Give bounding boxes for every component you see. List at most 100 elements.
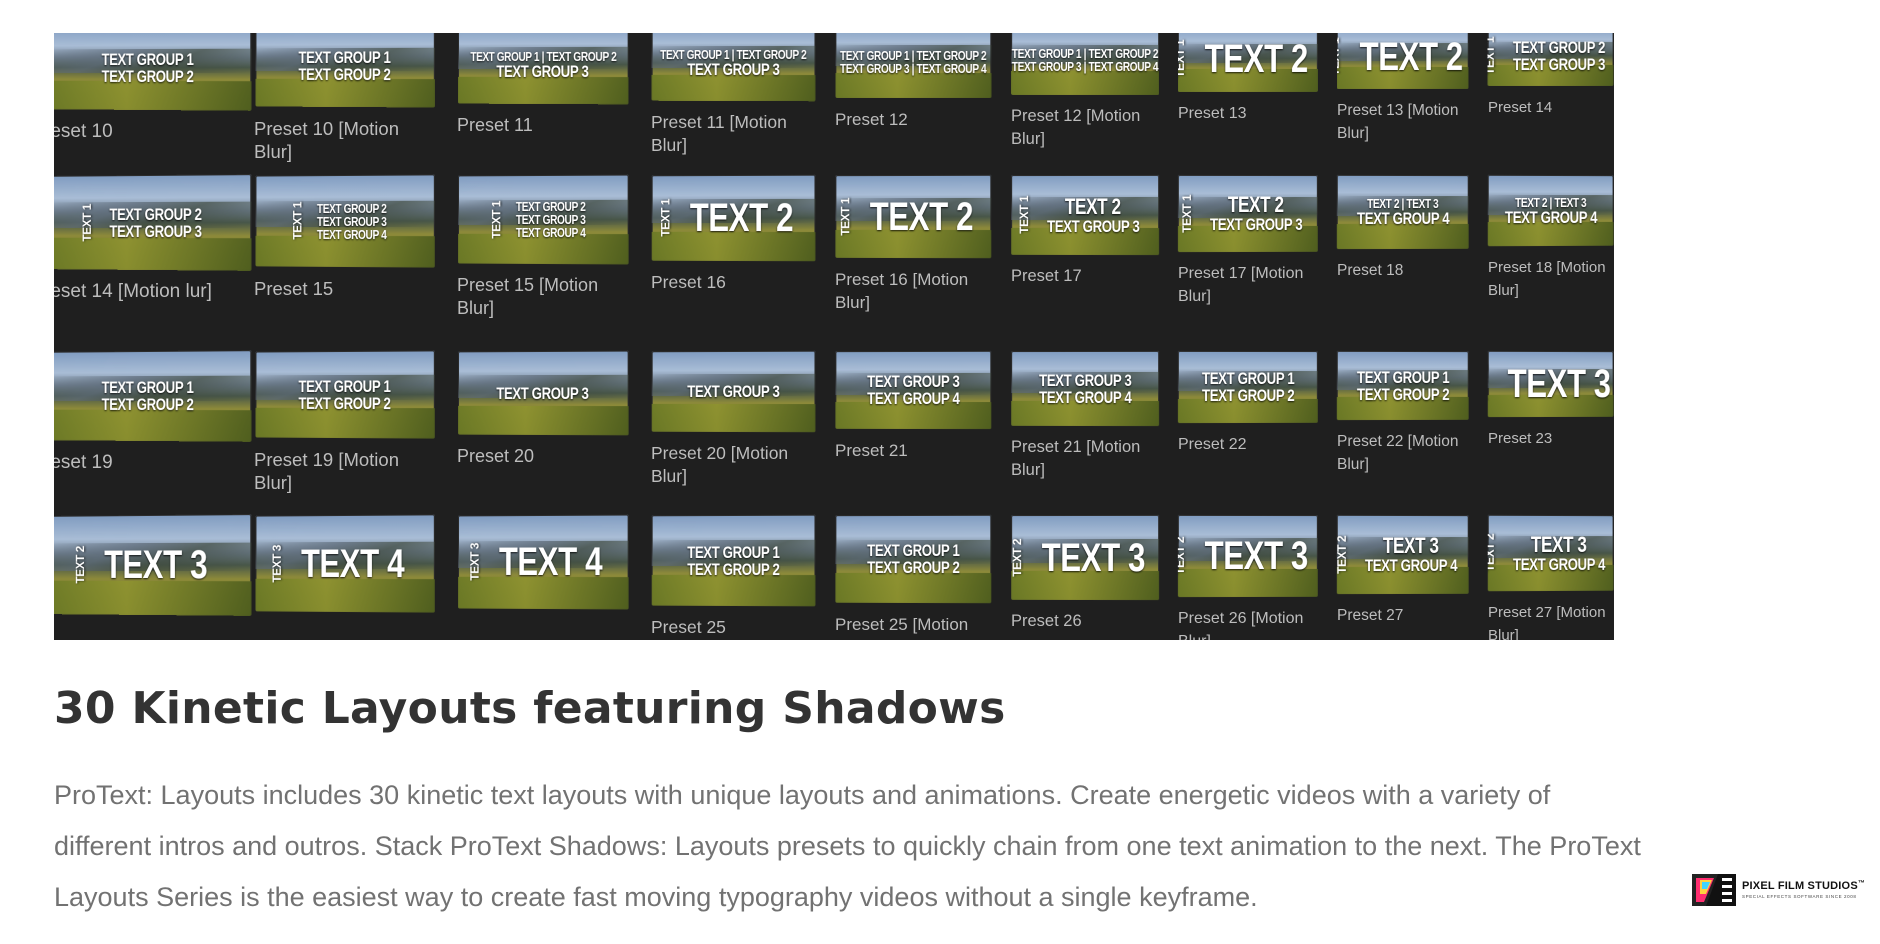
thumbnail-text: TEXT 2 — [1359, 34, 1463, 80]
thumbnail-text: TEXT GROUP 4 — [1512, 554, 1605, 574]
preset-caption: Preset 19 [Motion Blur] — [254, 449, 399, 493]
preset-tile[interactable]: TEXT 1 TEXT GROUP 2 TEXT GROUP 3 Preset 14 — [1487, 33, 1614, 119]
thumbnail-side-text: TEXT 2 — [73, 546, 87, 584]
preset-caption: reset 14 [Motion lur] — [54, 281, 212, 302]
preset-caption: Preset 25 [Motion — [835, 615, 969, 634]
thumbnail-text: TEXT GROUP 2 — [101, 66, 194, 86]
preset-thumbnail: TEXT GROUP 1 TEXT GROUP 2 — [54, 33, 252, 111]
thumbnail-text: TEXT GROUP 2 — [1512, 37, 1605, 57]
preset-thumbnail: TEXT GROUP 1 | TEXT GROUP 2 TEXT GROUP 3 — [458, 33, 629, 105]
thumbnail-text: TEXT GROUP 3 | TEXT GROUP 4 — [840, 60, 987, 76]
preset-tile[interactable]: TEXT 2 TEXT 3 Preset 26 — [1011, 514, 1160, 633]
thumbnail-text: TEXT GROUP 1 — [1201, 368, 1295, 389]
preset-caption: Preset 18 — [1337, 262, 1404, 279]
thumbnail-text: TEXT 3 — [1531, 531, 1587, 557]
preset-tile[interactable]: TEXT 1 TEXT GROUP 2 TEXT GROUP 3 reset 14 [… — [54, 174, 252, 303]
preset-thumbnail: TEXT 1 TEXT 2 — [1336, 33, 1469, 90]
preset-tile[interactable]: TEXT 2 | TEXT 3 TEXT GROUP 4 Preset 18 [Mo… — [1487, 174, 1614, 302]
thumbnail-text: TEXT GROUP 3 — [1046, 216, 1140, 236]
preset-tile[interactable]: TEXT 2 TEXT 3 Preset 23 — [1487, 350, 1614, 450]
preset-tile[interactable]: TEXT GROUP 1 TEXT GROUP 2 Preset 22 — [1177, 350, 1318, 456]
thumbnail-text: TEXT 3 — [1204, 533, 1308, 579]
pixel-film-studios-logo[interactable]: PIXEL FILM STUDIOS™ SPECIAL EFFECTS SOFT… — [1692, 872, 1868, 908]
preset-tile[interactable]: TEXT 1 TEXT GROUP 2 TEXT GROUP 3 TEXT GROUP… — [457, 174, 629, 320]
thumbnail-text: TEXT GROUP 4 — [866, 388, 960, 409]
preset-caption: Preset 13 — [1178, 105, 1247, 122]
preset-tile[interactable]: TEXT GROUP 1 | TEXT GROUP 2 TEXT GROUP 3 P… — [651, 33, 816, 157]
preset-tile[interactable]: TEXT 1 TEXT 2 Preset 16 — [651, 174, 816, 294]
preset-caption: Preset 11 [Motion Blur] — [651, 112, 787, 155]
preset-thumbnail: TEXT 2 TEXT 3 — [1487, 350, 1614, 418]
thumbnail-side-text: TEXT 2 — [1011, 538, 1024, 577]
preset-tile[interactable]: TEXT 1 TEXT 2 TEXT GROUP 3 Preset 17 [Motio… — [1177, 174, 1318, 308]
thumbnail-text: TEXT GROUP 3 — [687, 381, 780, 402]
thumbnail-text: TEXT 3 — [1041, 535, 1145, 580]
preset-tile[interactable]: TEXT GROUP 3 TEXT GROUP 4 Preset 21 [Motio… — [1011, 350, 1160, 482]
preset-thumbnail: TEXT 1 TEXT GROUP 2 TEXT GROUP 3 — [1487, 33, 1614, 87]
preset-tile[interactable]: TEXT 1 TEXT 2 Preset 16 [Motion Blur] — [835, 174, 992, 314]
preset-caption: Preset 22 [Motion Blur] — [1337, 433, 1459, 473]
preset-caption: Preset 27 [Motion Blur] — [1488, 604, 1606, 640]
preset-tile[interactable]: TEXT 1 TEXT GROUP 2 TEXT GROUP 3 TEXT GROUP… — [254, 174, 435, 300]
preset-tile[interactable]: TEXT GROUP 3 TEXT GROUP 4 Preset 21 — [835, 350, 992, 462]
preset-thumbnail: TEXT GROUP 1 | TEXT GROUP 2 TEXT GROUP 3 … — [1011, 33, 1160, 96]
thumbnail-text: TEXT GROUP 4 — [317, 226, 387, 242]
preset-caption: Preset 12 [Motion Blur] — [1011, 107, 1141, 148]
preset-tile[interactable]: TEXT 3 TEXT 4 — [457, 514, 629, 610]
page-title: 30 Kinetic Layouts featuring Shadows — [54, 683, 1006, 734]
thumbnail-text: TEXT 2 — [1204, 36, 1308, 81]
thumbnail-text: TEXT GROUP 4 — [1356, 208, 1450, 229]
preset-caption: Preset 26 — [1011, 612, 1082, 630]
preset-tile[interactable]: TEXT GROUP 1 | TEXT GROUP 2 TEXT GROUP 3 … — [1011, 33, 1160, 151]
thumbnail-text: TEXT GROUP 4 — [1038, 387, 1132, 407]
thumbnail-text: TEXT GROUP 1 — [298, 47, 391, 68]
preset-tile[interactable]: TEXT GROUP 1 | TEXT GROUP 2 TEXT GROUP 3 … — [835, 33, 992, 131]
preset-tile[interactable]: TEXT GROUP 1 TEXT GROUP 2 Preset 25 — [651, 514, 816, 639]
preset-caption: Preset 11 — [457, 115, 533, 135]
preset-tile[interactable]: TEXT GROUP 1TEXT GROUP 2 reset 19 — [54, 350, 252, 474]
thumbnail-text: TEXT GROUP 2 — [687, 559, 780, 579]
preset-browser: TEXT GROUP 1TEXT GROUP 2reset 10TEXT GRO… — [54, 33, 1614, 640]
preset-caption: Preset 26 [Motion Blur] — [1178, 610, 1304, 640]
preset-thumbnail: TEXT 1 TEXT 2 — [835, 174, 992, 259]
preset-tile[interactable]: TEXT GROUP 1 TEXT GROUP 2 Preset 22 [Motio… — [1336, 350, 1469, 476]
thumbnail-text: TEXT GROUP 3 — [866, 371, 960, 392]
thumbnail-side-text: TEXT 1 — [1487, 36, 1497, 75]
preset-tile[interactable]: TEXT 3 TEXT 4 — [254, 514, 435, 613]
preset-thumbnail: TEXT GROUP 1 TEXT GROUP 2 — [651, 514, 816, 607]
preset-caption: Preset 20 [Motion Blur] — [651, 443, 789, 486]
preset-thumbnail: TEXT 2 TEXT 3 — [54, 514, 252, 616]
preset-tile[interactable]: TEXT 2 | TEXT 3 TEXT GROUP 4 Preset 18 — [1336, 174, 1469, 282]
thumbnail-text: TEXT 4 — [499, 539, 603, 585]
logo-trademark: ™ — [1857, 880, 1866, 887]
preset-tile[interactable]: TEXT 2 TEXT 3 Preset 26 [Motion Blur] — [1177, 514, 1318, 640]
thumbnail-text: TEXT GROUP 2 — [298, 393, 391, 413]
preset-caption: Preset 13 [Motion Blur] — [1337, 102, 1459, 142]
preset-thumbnail: TEXT 1 TEXT 2 — [1177, 33, 1318, 93]
preset-tile[interactable]: TEXT GROUP 1 TEXT GROUP 2 Preset 19 [Motio… — [254, 350, 435, 494]
preset-tile[interactable]: TEXT 2 TEXT 3 TEXT GROUP 4 Preset 27 [Motio… — [1487, 514, 1614, 640]
thumbnail-text: TEXT 2 — [689, 195, 793, 241]
preset-tile[interactable]: TEXT 2 TEXT 3 — [54, 514, 252, 616]
thumbnail-side-text: TEXT 1 — [838, 197, 852, 236]
preset-tile[interactable]: TEXT 1 TEXT 2 Preset 13 — [1177, 33, 1318, 125]
preset-thumbnail: TEXT 3 TEXT 4 — [255, 514, 435, 613]
thumbnail-side-text: TEXT 1 — [658, 199, 673, 237]
preset-thumbnail: TEXT 1 TEXT 2 TEXT GROUP 3 — [1177, 174, 1318, 253]
thumbnail-text: TEXT GROUP 3 — [1209, 214, 1303, 235]
preset-tile[interactable]: TEXT 1 TEXT 2 TEXT GROUP 3 Preset 17 — [1011, 174, 1160, 288]
preset-tile[interactable]: TEXT 2 TEXT 3 TEXT GROUP 4 Preset 27 — [1336, 514, 1469, 627]
preset-tile[interactable]: TEXT 1 TEXT 2 Preset 13 [Motion Blur] — [1336, 33, 1469, 145]
preset-tile[interactable]: TEXT GROUP 1TEXT GROUP 2 reset 10 — [54, 33, 252, 143]
logo-name: PIXEL FILM STUDIOS — [1742, 880, 1858, 892]
preset-row: TEXT GROUP 1TEXT GROUP 2reset 19TEXT GRO… — [54, 350, 1614, 531]
preset-tile[interactable]: TEXT GROUP 1 | TEXT GROUP 2 TEXT GROUP 3 P… — [457, 33, 629, 137]
preset-thumbnail: TEXT 2 | TEXT 3 TEXT GROUP 4 — [1336, 174, 1469, 250]
preset-tile[interactable]: TEXT GROUP 3 Preset 20 — [457, 350, 629, 468]
preset-thumbnail: TEXT 2 TEXT 3 TEXT GROUP 4 — [1336, 514, 1469, 595]
preset-thumbnail: TEXT GROUP 1 TEXT GROUP 2 — [255, 33, 435, 108]
preset-tile[interactable]: TEXT GROUP 3 Preset 20 [Motion Blur] — [651, 350, 816, 488]
preset-tile[interactable]: TEXT GROUP 1 TEXT GROUP 2 Preset 10 [Motio… — [254, 33, 435, 163]
thumbnail-text: TEXT 2 — [869, 194, 973, 239]
preset-tile[interactable]: TEXT GROUP 1 TEXT GROUP 2 Preset 25 [Motio… — [835, 514, 992, 636]
